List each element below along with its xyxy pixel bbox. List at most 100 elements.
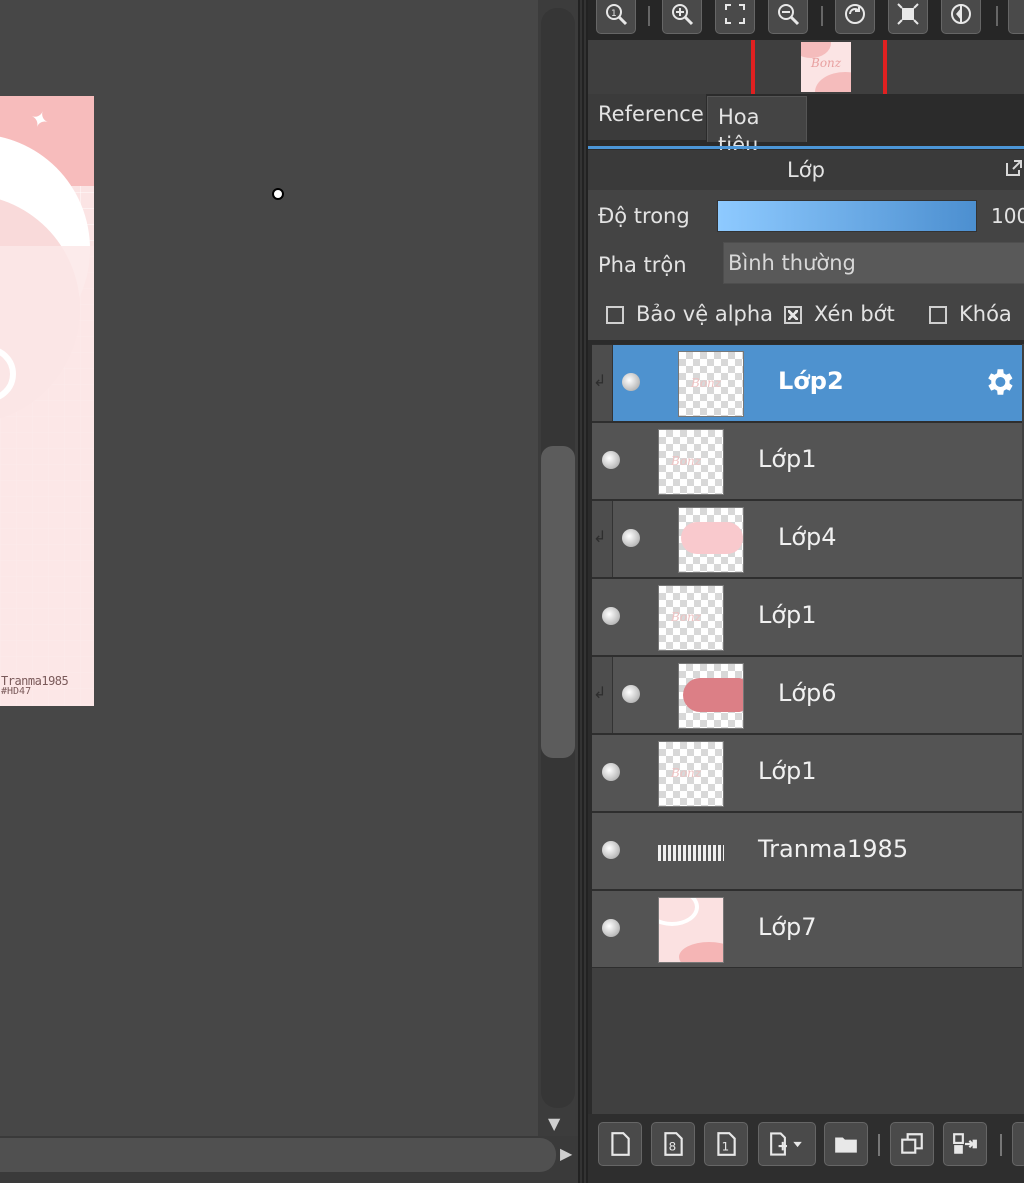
new-8bit-layer-icon[interactable]: 8 xyxy=(651,1122,695,1166)
thumb-text-stripe xyxy=(658,845,724,861)
clipping-indicator: ↲ xyxy=(592,501,613,577)
layer-row[interactable]: ↲ Lớp4 xyxy=(592,500,1022,578)
toolbar-separator xyxy=(878,1134,880,1156)
scroll-right-arrow-icon[interactable]: ▶ xyxy=(560,1144,572,1163)
layer-row[interactable]: ↲ Lớp6 xyxy=(592,656,1022,734)
visibility-eye-icon[interactable] xyxy=(602,607,620,625)
navigator-toolbar: 1 xyxy=(588,0,1024,40)
rotate-icon[interactable] xyxy=(835,0,875,34)
layer-row[interactable]: Lớp7 xyxy=(592,890,1022,968)
layer-row[interactable]: ↲ Bonz Lớp2 xyxy=(592,344,1022,422)
thumb-shape xyxy=(679,942,723,962)
scroll-thumb[interactable] xyxy=(541,446,575,758)
tab-divider xyxy=(588,146,1024,149)
layer-name[interactable]: Lớp1 xyxy=(758,445,817,473)
visibility-eye-icon[interactable] xyxy=(602,919,620,937)
navigator-thumbnail[interactable]: Bonz xyxy=(801,42,851,92)
layer-thumbnail xyxy=(658,819,724,885)
zoom-100-icon[interactable]: 1 xyxy=(596,0,636,34)
tab-navigator[interactable]: Hoa tiêu xyxy=(707,96,807,157)
layer-thumbnail: Bonz xyxy=(658,585,724,651)
clip-arrow-icon: ↲ xyxy=(593,683,607,702)
thumb-signature-mark: Bonz xyxy=(671,454,702,468)
thumb-shape xyxy=(815,72,851,92)
new-layer-icon[interactable] xyxy=(598,1122,642,1166)
toolbar-separator xyxy=(996,6,998,26)
add-layer-menu-icon[interactable] xyxy=(758,1122,816,1166)
canvas-vertical-scrollbar[interactable]: ▼ xyxy=(538,0,578,1136)
svg-text:1: 1 xyxy=(611,9,617,19)
artwork-canvas[interactable]: ✦ Tranma1985 #HD47 xyxy=(0,96,94,706)
blend-mode-select[interactable]: Bình thường xyxy=(723,242,1024,284)
navigator-view-right-edge xyxy=(883,40,887,94)
clip-arrow-icon: ↲ xyxy=(593,527,607,546)
flip-icon[interactable] xyxy=(941,0,981,34)
panel-splitter[interactable] xyxy=(578,0,588,1183)
layer-name[interactable]: Lớp2 xyxy=(778,367,844,395)
lock-label[interactable]: Khóa xyxy=(959,302,1012,326)
visibility-eye-icon[interactable] xyxy=(622,529,640,547)
layer-actions-toolbar: 8 1 xyxy=(588,1114,1024,1183)
protect-alpha-label[interactable]: Bảo vệ alpha xyxy=(636,302,773,326)
layer-thumbnail xyxy=(658,897,724,963)
visibility-eye-icon[interactable] xyxy=(602,451,620,469)
new-1bit-layer-icon[interactable]: 1 xyxy=(704,1122,748,1166)
visibility-eye-icon[interactable] xyxy=(602,841,620,859)
layer-thumbnail: Bonz xyxy=(658,741,724,807)
thumb-signature-mark: Bonz xyxy=(671,610,702,624)
more-icon[interactable] xyxy=(1012,1122,1024,1166)
thumb-shape xyxy=(683,678,743,712)
visibility-eye-icon[interactable] xyxy=(622,685,640,703)
layer-list[interactable]: ↲ Bonz Lớp2 Bonz Lớp1 ↲ Lớp4 Bonz Lớp1 ↲… xyxy=(592,344,1024,1114)
more-icon[interactable] xyxy=(1008,0,1024,34)
new-folder-icon[interactable] xyxy=(824,1122,868,1166)
protect-alpha-checkbox[interactable] xyxy=(606,306,624,324)
layer-name[interactable]: Lớp4 xyxy=(778,523,837,551)
gear-icon[interactable] xyxy=(982,365,1016,399)
popout-icon[interactable] xyxy=(1004,158,1024,178)
merge-down-icon[interactable] xyxy=(943,1122,987,1166)
toolbar-separator xyxy=(648,6,650,26)
panel-tabs: Reference Hoa tiêu xyxy=(588,94,1024,157)
layer-row[interactable]: Bonz Lớp1 xyxy=(592,734,1022,812)
layer-name[interactable]: Lớp1 xyxy=(758,757,817,785)
layer-name[interactable]: Lớp1 xyxy=(758,601,817,629)
zoom-in-icon[interactable] xyxy=(662,0,702,34)
lock-checkbox[interactable] xyxy=(929,306,947,324)
canvas-horizontal-scrollbar[interactable]: ▶ xyxy=(0,1136,580,1183)
layer-name[interactable]: Lớp6 xyxy=(778,679,837,707)
fit-window-icon[interactable] xyxy=(888,0,928,34)
layer-panel-title: Lớp xyxy=(787,158,825,182)
opacity-slider[interactable] xyxy=(717,200,977,232)
brush-cursor-icon xyxy=(272,188,284,200)
layer-name[interactable]: Lớp7 xyxy=(758,913,817,941)
scroll-down-arrow-icon[interactable]: ▼ xyxy=(548,1114,560,1133)
thumb-signature-mark: Bonz xyxy=(691,376,722,390)
opacity-value[interactable]: 100 xyxy=(991,204,1024,228)
thumb-shape xyxy=(659,898,699,926)
thumb-signature-mark: Bonz xyxy=(671,766,702,780)
toolbar-separator xyxy=(821,6,823,26)
layer-row[interactable]: Tranma1985 xyxy=(592,812,1022,890)
scroll-track[interactable] xyxy=(0,1138,556,1172)
layer-row[interactable]: Bonz Lớp1 xyxy=(592,422,1022,500)
thumb-shape xyxy=(681,522,743,554)
clipping-indicator: ↲ xyxy=(592,657,613,733)
clipping-label[interactable]: Xén bớt xyxy=(814,302,895,326)
toolbar-separator xyxy=(1000,1134,1002,1156)
clipping-checkbox[interactable] xyxy=(784,306,802,324)
navigator-view-left-edge xyxy=(751,40,755,94)
duplicate-layer-icon[interactable] xyxy=(890,1122,934,1166)
zoom-out-icon[interactable] xyxy=(768,0,808,34)
clip-arrow-icon: ↲ xyxy=(593,371,607,390)
layer-name[interactable]: Tranma1985 xyxy=(758,835,908,863)
canvas-area[interactable]: ✦ Tranma1985 #HD47 xyxy=(0,0,538,1136)
layer-row[interactable]: Bonz Lớp1 xyxy=(592,578,1022,656)
visibility-eye-icon[interactable] xyxy=(622,373,640,391)
tab-reference[interactable]: Reference xyxy=(588,94,706,140)
clipping-indicator: ↲ xyxy=(592,345,613,421)
fit-screen-icon[interactable] xyxy=(715,0,755,34)
navigator-preview[interactable]: Bonz xyxy=(588,40,1024,94)
visibility-eye-icon[interactable] xyxy=(602,763,620,781)
artwork-background xyxy=(0,246,94,706)
